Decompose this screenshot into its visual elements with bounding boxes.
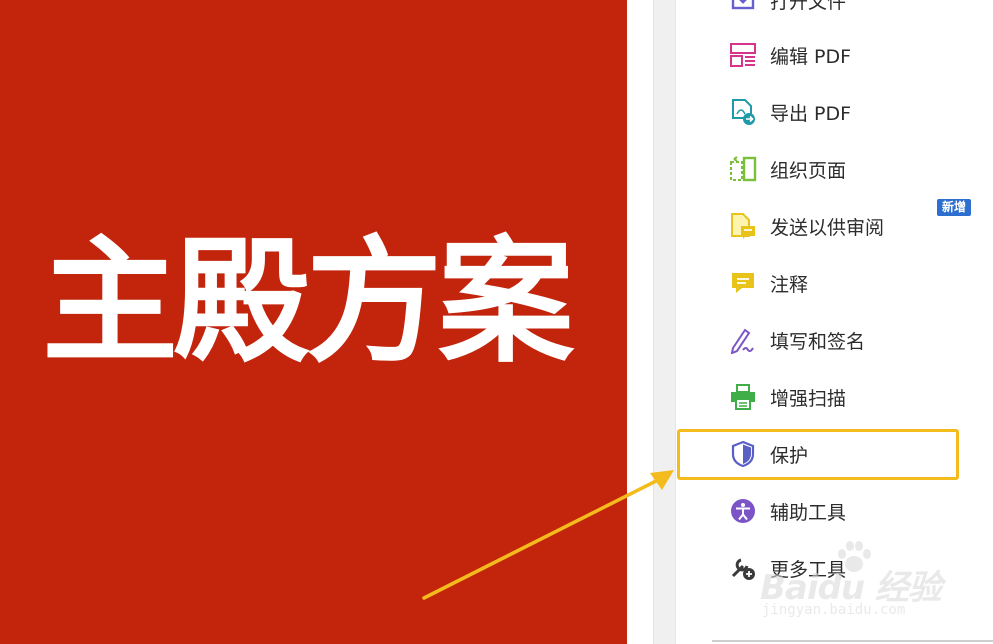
tool-enhance-scan[interactable]: 增强扫描 xyxy=(728,377,968,417)
tool-label: 填写和签名 xyxy=(770,330,866,353)
tool-label: 更多工具 xyxy=(770,558,847,581)
tool-organize-pages[interactable]: 组织页面 xyxy=(728,149,968,189)
wrench-add-icon xyxy=(728,553,758,583)
tool-label: 辅助工具 xyxy=(770,501,847,524)
send-review-icon xyxy=(728,211,758,241)
tool-label: 打开文件 xyxy=(770,0,847,13)
comment-icon xyxy=(728,268,758,298)
document-title: 主殿方案 xyxy=(42,222,574,382)
organize-pages-icon xyxy=(728,154,758,184)
tool-label: 发送以供审阅 xyxy=(770,216,885,239)
tool-edit-pdf[interactable]: 编辑 PDF xyxy=(728,35,968,75)
fill-sign-icon xyxy=(728,325,758,355)
tool-more-tools[interactable]: 更多工具 xyxy=(728,548,968,588)
tools-pane-collapse-rail[interactable] xyxy=(653,0,676,644)
accessibility-icon xyxy=(728,496,758,526)
tool-label: 增强扫描 xyxy=(770,387,847,410)
tool-label: 组织页面 xyxy=(770,159,847,182)
tool-send-for-review[interactable]: 发送以供审阅 xyxy=(728,206,968,246)
tool-label: 注释 xyxy=(770,273,809,296)
tool-label: 编辑 PDF xyxy=(770,45,852,68)
protect-highlight-box xyxy=(677,429,959,480)
tool-label: 导出 PDF xyxy=(770,102,852,125)
open-file-icon xyxy=(728,0,758,15)
tool-export-pdf[interactable]: 导出 PDF xyxy=(728,92,968,132)
enhance-scan-icon xyxy=(728,382,758,412)
document-page: 主殿方案 xyxy=(0,0,627,644)
edit-pdf-icon xyxy=(728,40,758,70)
tool-comment[interactable]: 注释 xyxy=(728,263,968,303)
export-pdf-icon xyxy=(728,97,758,127)
tool-accessibility[interactable]: 辅助工具 xyxy=(728,491,968,531)
tool-open-file[interactable]: 打开文件 xyxy=(728,0,968,20)
tool-fill-sign[interactable]: 填写和签名 xyxy=(728,320,968,360)
pane-divider xyxy=(712,640,993,642)
new-badge: 新增 xyxy=(937,199,972,216)
document-gap xyxy=(627,0,653,644)
